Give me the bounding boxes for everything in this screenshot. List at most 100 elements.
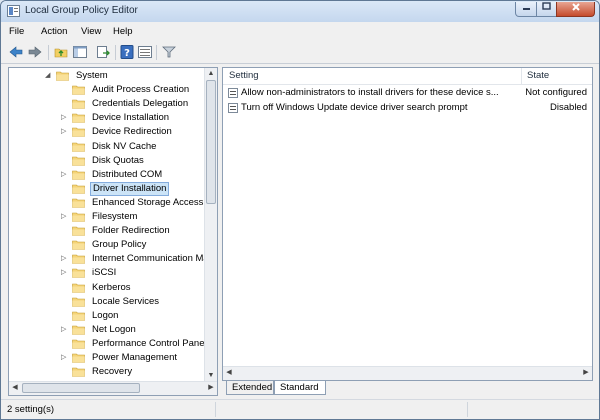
expand-arrow-icon[interactable]: ▷: [61, 125, 69, 139]
tree-item[interactable]: Locale Services: [61, 295, 217, 309]
scroll-up-arrow-icon[interactable]: ▲: [205, 68, 217, 80]
export-list-icon[interactable]: [96, 45, 110, 59]
tree-item-label: Driver Installation: [90, 181, 170, 196]
folder-icon: [72, 198, 85, 208]
menu-action[interactable]: Action: [41, 26, 67, 37]
maximize-icon: [542, 2, 551, 10]
setting-row[interactable]: Allow non-administrators to install driv…: [223, 86, 592, 100]
collapse-arrow-icon[interactable]: ◢: [45, 69, 53, 83]
back-icon[interactable]: [9, 45, 23, 59]
scroll-left-arrow-icon[interactable]: ◀: [9, 382, 21, 394]
close-button[interactable]: [556, 2, 595, 17]
tree-item[interactable]: Disk NV Cache: [61, 140, 217, 154]
tree-item-label: Device Redirection: [92, 126, 172, 138]
expand-arrow-icon[interactable]: ▷: [61, 351, 69, 365]
tree-item-label: Net Logon: [92, 323, 136, 335]
tree-item[interactable]: Performance Control Panel: [61, 337, 217, 351]
folder-icon: [72, 353, 85, 363]
folder-icon: [72, 226, 85, 236]
setting-name: Turn off Windows Update device driver se…: [241, 102, 468, 113]
tree-item[interactable]: Credentials Delegation: [61, 97, 217, 111]
title-bar[interactable]: Local Group Policy Editor: [1, 1, 599, 22]
tree-item-label: Disk NV Cache: [92, 140, 157, 152]
tree-item[interactable]: ▷ Device Redirection: [61, 125, 217, 139]
up-folder-icon[interactable]: [54, 45, 68, 59]
filter-icon[interactable]: [162, 45, 176, 59]
folder-icon: [72, 184, 85, 194]
column-state[interactable]: State: [527, 70, 549, 81]
tree-item[interactable]: ▷ Filesystem: [61, 210, 217, 224]
minimize-button[interactable]: [515, 2, 537, 17]
tree-item[interactable]: Logon: [61, 309, 217, 323]
folder-icon: [72, 85, 85, 95]
tree-item-label: Recovery: [92, 366, 133, 378]
folder-icon: [72, 113, 85, 124]
tree-vertical-scrollbar[interactable]: ▲ ▼: [204, 68, 217, 382]
scroll-right-arrow-icon[interactable]: ▶: [580, 367, 592, 379]
expand-arrow-icon[interactable]: ▷: [61, 210, 69, 224]
list-header: Setting State: [223, 68, 592, 85]
tree-item[interactable]: ▷ iSCSI: [61, 266, 217, 280]
folder-icon: [56, 71, 69, 81]
expand-arrow-icon[interactable]: ▷: [61, 168, 69, 182]
tree-item[interactable]: Group Policy: [61, 238, 217, 252]
folder-icon: [72, 142, 85, 152]
help-icon[interactable]: ?: [120, 45, 134, 59]
menu-help[interactable]: Help: [113, 26, 133, 37]
forward-icon[interactable]: [28, 45, 42, 59]
expand-arrow-icon[interactable]: ▷: [61, 266, 69, 280]
tree-horizontal-scrollbar[interactable]: ◀ ▶: [9, 381, 217, 395]
tree-item[interactable]: Enhanced Storage Access: [61, 196, 217, 210]
toolbar-separator: [156, 45, 157, 60]
folder-icon: [72, 297, 85, 307]
show-hide-tree-icon[interactable]: [73, 45, 87, 59]
column-setting[interactable]: Setting: [229, 70, 259, 81]
tree-item[interactable]: ▷ Distributed COM: [61, 168, 217, 182]
folder-icon: [72, 311, 85, 321]
maximize-button[interactable]: [536, 2, 557, 17]
tree-item[interactable]: Recovery: [61, 365, 217, 379]
tree-item[interactable]: ▷ Power Management: [61, 351, 217, 365]
tree-item[interactable]: Driver Installation: [61, 181, 217, 196]
tab-extended[interactable]: Extended: [226, 381, 274, 395]
tree-item[interactable]: ▷ Internet Communication Ma: [61, 252, 217, 266]
tree-item-label: Credentials Delegation: [92, 98, 189, 110]
tree-item[interactable]: ▷ Device Installation: [61, 111, 217, 125]
scroll-left-arrow-icon[interactable]: ◀: [223, 367, 235, 379]
folder-icon: [72, 367, 85, 377]
setting-name: Allow non-administrators to install driv…: [241, 87, 499, 98]
expand-arrow-icon[interactable]: ▷: [61, 111, 69, 125]
tree-item-label: Logon: [92, 309, 119, 321]
menu-view[interactable]: View: [81, 26, 101, 37]
setting-row[interactable]: Turn off Windows Update device driver se…: [223, 101, 592, 115]
tree-item[interactable]: ◢ System: [45, 69, 217, 83]
tree-item[interactable]: Folder Redirection: [61, 224, 217, 238]
list-horizontal-scrollbar[interactable]: ◀ ▶: [223, 366, 592, 380]
tree-item-label: Distributed COM: [92, 168, 163, 180]
policy-setting-icon: [228, 103, 238, 113]
view-icon[interactable]: [138, 45, 152, 59]
navigation-tree[interactable]: ◢ System Audit Process Creation Credentials…: [8, 67, 218, 396]
view-tabs: Extended Standard: [222, 381, 593, 396]
tree-item-label: Filesystem: [92, 211, 138, 222]
tab-standard[interactable]: Standard: [274, 381, 326, 395]
toolbar-separator: [115, 45, 116, 60]
scroll-thumb[interactable]: [22, 383, 140, 393]
menu-bar: File Action View Help: [1, 22, 599, 42]
folder-icon: [72, 339, 85, 349]
tree-item[interactable]: Disk Quotas: [61, 154, 217, 168]
expand-arrow-icon[interactable]: ▷: [61, 323, 69, 337]
folder-icon: [72, 212, 85, 222]
expand-arrow-icon[interactable]: ▷: [61, 252, 69, 266]
scroll-right-arrow-icon[interactable]: ▶: [205, 382, 217, 394]
tree-item-label: Device Installation: [92, 112, 170, 124]
tree-item-label: System: [76, 70, 108, 81]
tree-item-label: Audit Process Creation: [92, 84, 190, 96]
menu-file[interactable]: File: [9, 26, 24, 37]
tree-item[interactable]: Kerberos: [61, 281, 217, 295]
tree-item[interactable]: Audit Process Creation: [61, 83, 217, 97]
column-divider[interactable]: [521, 68, 522, 84]
tree-item[interactable]: ▷ Net Logon: [61, 323, 217, 337]
scroll-thumb[interactable]: [206, 80, 216, 204]
settings-list[interactable]: Setting State Allow non-administrators t…: [222, 67, 593, 381]
